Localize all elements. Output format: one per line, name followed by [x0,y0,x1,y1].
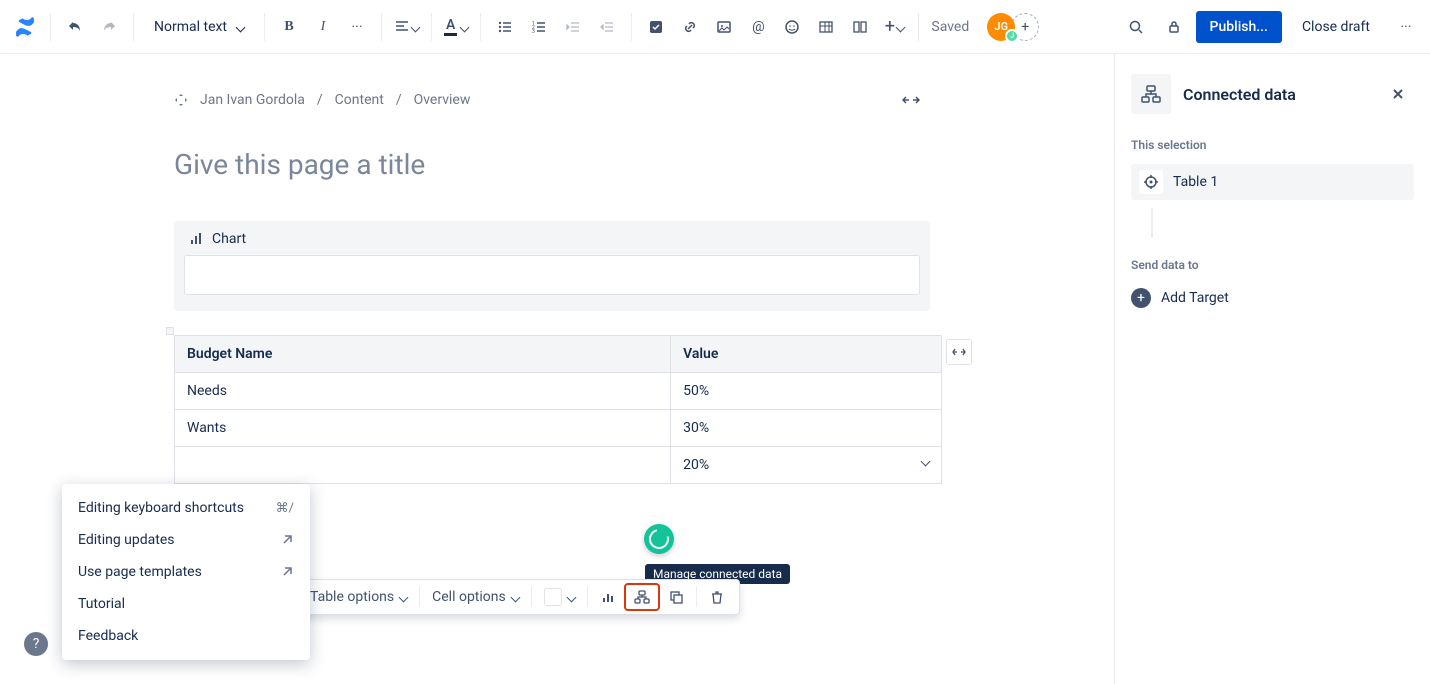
insert-button[interactable]: + [878,11,910,43]
grammarly-icon[interactable] [644,524,674,554]
presence-badge-icon: J [1005,29,1019,43]
table-row: Needs 50% [175,373,942,410]
tree-connector [1151,208,1414,238]
section-label: This selection [1131,138,1414,152]
table-button[interactable] [810,11,842,43]
svg-text:3: 3 [532,29,535,35]
help-menu-item[interactable]: Editing keyboard shortcuts ⌘/ [62,492,310,524]
chevron-down-icon [400,589,407,605]
chart-body[interactable] [184,255,920,295]
avatar[interactable]: JG J [987,13,1015,41]
move-page-icon[interactable] [174,93,188,107]
data-table[interactable]: Budget Name Value Needs 50% Wants 30% [164,335,932,484]
help-menu-item[interactable]: Use page templates [62,556,310,588]
table-cell[interactable]: 20% [671,447,942,484]
insert-chart-button[interactable] [592,583,624,611]
color-swatch-icon [544,588,562,606]
chevron-down-icon [568,589,575,605]
add-target-button[interactable]: + Add Target [1131,284,1414,312]
restrictions-button[interactable] [1158,11,1190,43]
connected-data-icon [1131,74,1171,114]
copy-button[interactable] [660,583,692,611]
indent-button[interactable] [591,11,623,43]
table-width-toggle[interactable] [946,339,972,365]
align-button[interactable] [390,11,423,43]
table-row: 20% [175,447,942,484]
table-cell[interactable]: 30% [671,410,942,447]
table-header[interactable]: Value [671,336,942,373]
external-link-icon [280,533,294,547]
undo-button[interactable] [59,11,91,43]
table-row: Wants 30% [175,410,942,447]
close-draft-button[interactable]: Close draft [1288,11,1384,43]
chevron-down-icon [512,589,519,605]
link-button[interactable] [674,11,706,43]
close-panel-button[interactable] [1382,78,1414,110]
help-menu-item[interactable]: Tutorial [62,588,310,620]
more-format-button[interactable]: ··· [341,11,373,43]
table-header[interactable]: Budget Name [175,336,671,373]
emoji-button[interactable] [776,11,808,43]
table-floating-toolbar: Table options Cell options [295,579,740,615]
breadcrumb: Jan Ivan Gordola / Content / Overview [174,92,930,108]
breadcrumb-item[interactable]: Jan Ivan Gordola [200,92,305,108]
panel-title: Connected data [1183,85,1370,104]
table-cell[interactable]: 50% [671,373,942,410]
external-link-icon [280,565,294,579]
more-actions-button[interactable]: ··· [1390,11,1422,43]
text-style-select[interactable]: Normal text [142,11,256,43]
italic-button[interactable]: I [307,11,339,43]
action-item-button[interactable] [640,11,672,43]
table-cell[interactable] [175,447,671,484]
chevron-down-icon[interactable] [922,453,929,469]
search-button[interactable] [1120,11,1152,43]
saved-status: Saved [931,19,969,35]
layout-button[interactable] [844,11,876,43]
outdent-button[interactable] [557,11,589,43]
selection-item[interactable]: Table 1 [1131,164,1414,200]
delete-button[interactable] [701,583,733,611]
confluence-logo-icon[interactable] [8,11,42,43]
text-color-button[interactable]: A [440,11,472,43]
manage-connected-data-button[interactable] [624,583,660,611]
breadcrumb-item[interactable]: Overview [414,92,471,108]
chart-icon [188,231,204,247]
cell-background-button[interactable] [536,583,583,611]
help-menu-item[interactable]: Feedback [62,620,310,652]
page-width-toggle[interactable] [902,93,920,107]
connected-data-panel: Connected data This selection Table 1 Se… [1114,54,1430,684]
text-style-label: Normal text [154,19,227,35]
table-options-button[interactable]: Table options [302,583,415,611]
chevron-down-icon [237,19,244,35]
help-menu-item[interactable]: Editing updates [62,524,310,556]
shortcut-label: ⌘/ [276,501,294,516]
help-button[interactable]: ? [24,632,48,656]
selection-label: Table 1 [1173,174,1218,190]
help-menu: Editing keyboard shortcuts ⌘/ Editing up… [62,484,310,660]
plus-icon: + [1131,288,1151,308]
mention-button[interactable]: @ [742,11,774,43]
bullet-list-button[interactable] [489,11,521,43]
table-cell[interactable]: Needs [175,373,671,410]
redo-button[interactable] [93,11,125,43]
image-button[interactable] [708,11,740,43]
page-title-input[interactable]: Give this page a title [174,148,930,181]
target-icon [1139,170,1163,194]
chart-macro[interactable]: Chart [174,221,930,311]
bold-button[interactable]: B [273,11,305,43]
table-select-all-handle[interactable] [166,327,174,335]
toolbar: Normal text B I ··· A 123 @ + Saved JG J… [0,0,1430,54]
section-label: Send data to [1131,258,1414,272]
publish-button[interactable]: Publish... [1196,11,1282,43]
breadcrumb-item[interactable]: Content [335,92,384,108]
chart-label: Chart [212,231,246,247]
number-list-button[interactable]: 123 [523,11,555,43]
cell-options-button[interactable]: Cell options [424,583,527,611]
table-cell[interactable]: Wants [175,410,671,447]
